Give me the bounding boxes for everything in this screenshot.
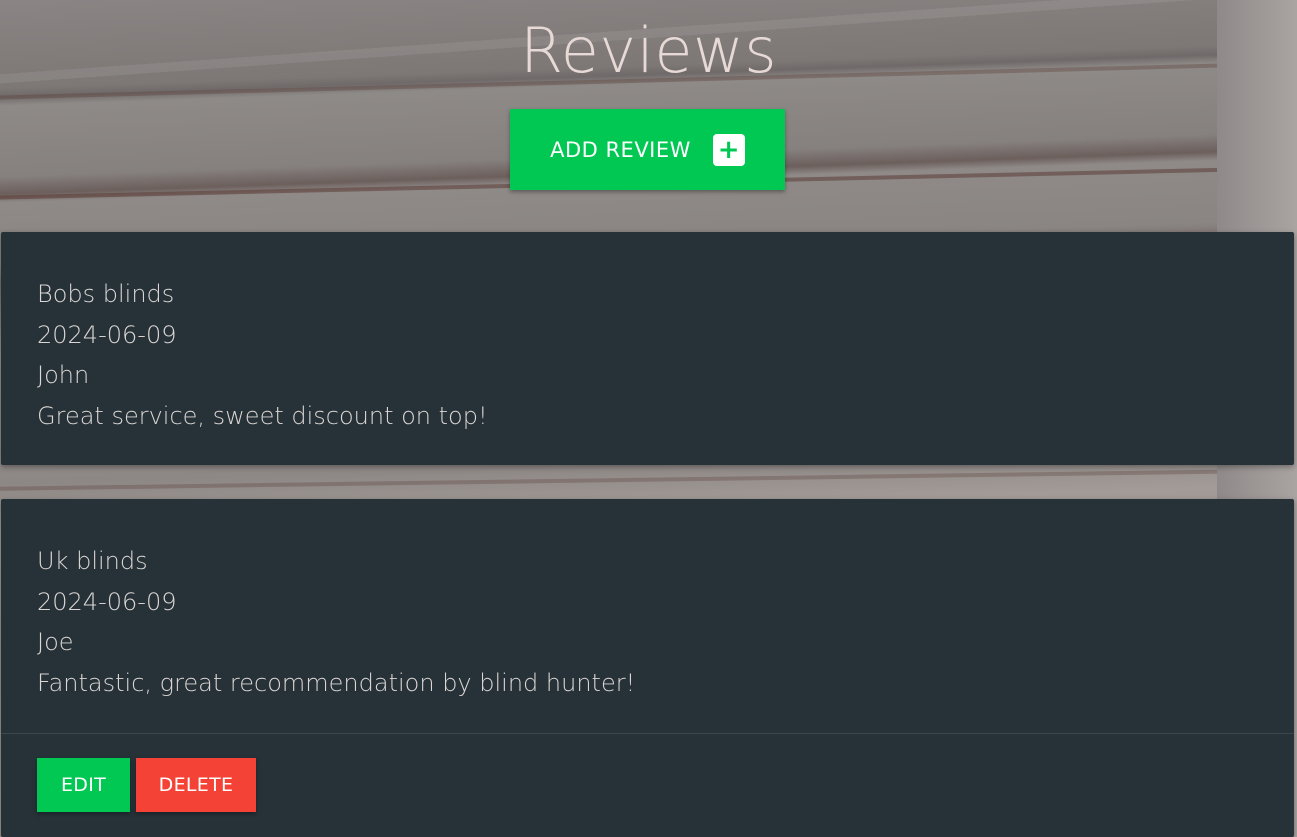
- review-card: Uk blinds 2024-06-09 Joe Fantastic, grea…: [1, 499, 1294, 837]
- review-date: 2024-06-09: [37, 320, 177, 349]
- page-title: Reviews: [519, 14, 777, 87]
- review-company: Bobs blinds: [37, 280, 175, 308]
- review-company: Uk blinds: [37, 547, 148, 575]
- review-text: Great service, sweet discount on top!: [37, 401, 488, 430]
- add-review-button[interactable]: ADD REVIEW +: [510, 109, 785, 190]
- review-content: Uk blinds 2024-06-09 Joe Fantastic, grea…: [1, 499, 1294, 703]
- review-author: Joe: [37, 628, 74, 656]
- review-author: John: [37, 361, 90, 389]
- delete-button[interactable]: DELETE: [136, 758, 256, 812]
- add-review-label: ADD REVIEW: [550, 137, 691, 162]
- plus-icon: +: [712, 133, 745, 166]
- review-date: 2024-06-09: [37, 587, 177, 616]
- review-content: Bobs blinds 2024-06-09 John Great servic…: [1, 232, 1294, 436]
- edit-button[interactable]: EDIT: [37, 758, 130, 812]
- review-actions: EDIT DELETE: [1, 733, 1294, 837]
- review-card: Bobs blinds 2024-06-09 John Great servic…: [1, 232, 1294, 465]
- review-text: Fantastic, great recommendation by blind…: [37, 668, 636, 697]
